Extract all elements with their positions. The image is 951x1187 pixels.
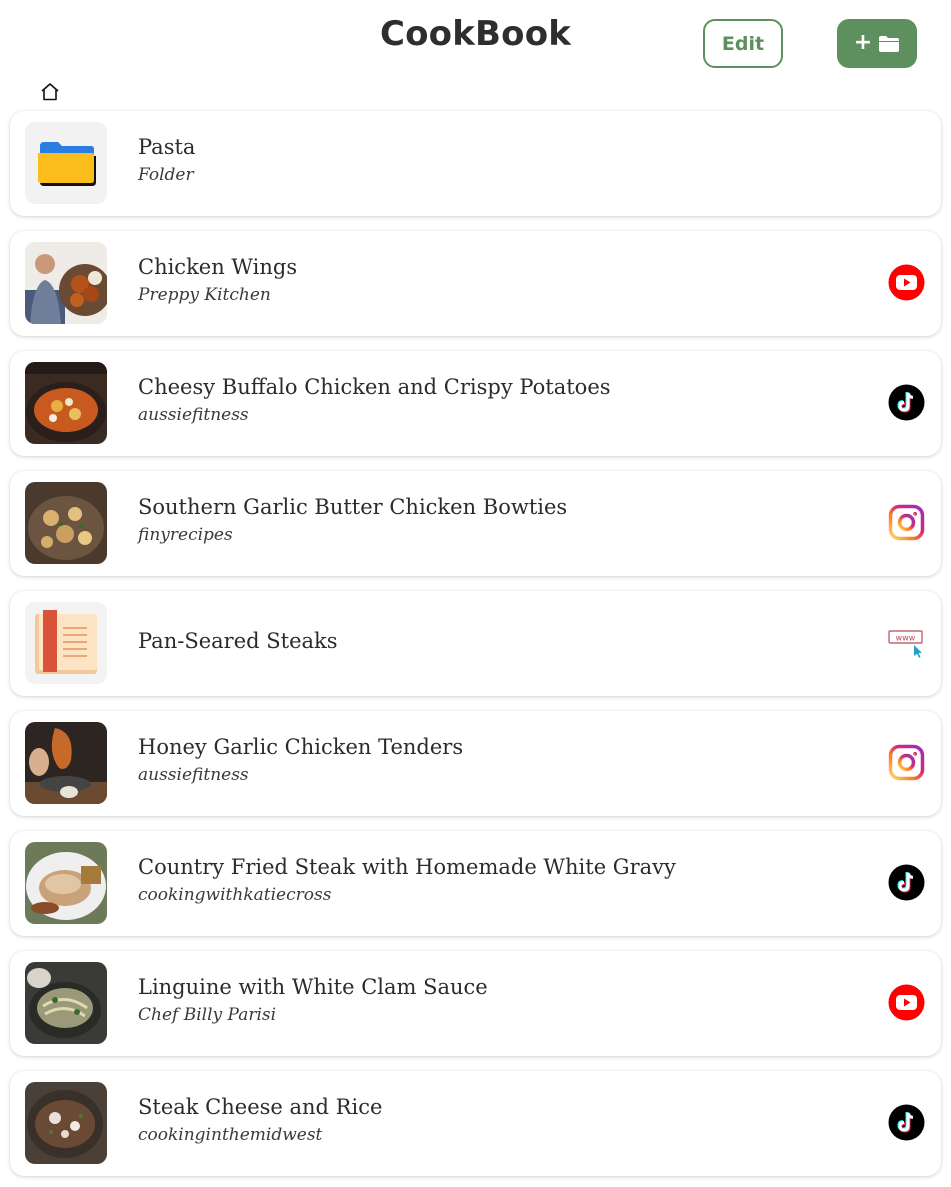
header: CookBook Edit +: [0, 0, 951, 80]
recipe-thumbnail: [25, 482, 107, 564]
plus-icon: +: [853, 29, 873, 55]
list-item-recipe[interactable]: Pan-Seared Steaks www: [10, 591, 941, 696]
list-item-recipe[interactable]: Linguine with White Clam Sauce Chef Bill…: [10, 951, 941, 1056]
instagram-icon[interactable]: [888, 744, 925, 781]
app: CookBook Edit + Pasta Folder Chicken Win…: [0, 0, 951, 1187]
recipe-thumbnail: [25, 962, 107, 1044]
item-title: Pan-Seared Steaks: [138, 629, 338, 653]
item-subtitle: Folder: [138, 165, 194, 185]
recipe-thumbnail: [25, 362, 107, 444]
svg-text:www: www: [896, 634, 916, 643]
book-icon: [25, 602, 107, 684]
recipe-thumbnail: [25, 1082, 107, 1164]
item-subtitle: cookinginthemidwest: [138, 1125, 323, 1145]
item-title: Southern Garlic Butter Chicken Bowties: [138, 495, 568, 519]
recipe-thumbnail: [25, 602, 107, 684]
tiktok-icon[interactable]: [888, 384, 925, 421]
item-subtitle: aussiefitness: [138, 765, 249, 785]
item-title: Linguine with White Clam Sauce: [138, 975, 488, 999]
item-title: Pasta: [138, 135, 196, 159]
tiktok-icon[interactable]: [888, 1104, 925, 1141]
list-item-recipe[interactable]: Chicken Wings Preppy Kitchen: [10, 231, 941, 336]
add-folder-button[interactable]: +: [837, 19, 917, 68]
website-icon[interactable]: www: [888, 624, 925, 661]
folder-thumbnail: [25, 122, 107, 204]
instagram-icon[interactable]: [888, 504, 925, 541]
list-item-folder[interactable]: Pasta Folder: [10, 111, 941, 216]
item-subtitle: Preppy Kitchen: [138, 285, 271, 305]
recipe-thumbnail: [25, 722, 107, 804]
folder-icon: [879, 35, 900, 52]
item-title: Country Fried Steak with Homemade White …: [138, 855, 676, 879]
item-title: Honey Garlic Chicken Tenders: [138, 735, 464, 759]
item-subtitle: Chef Billy Parisi: [138, 1005, 277, 1025]
item-subtitle: cookingwithkatiecross: [138, 885, 332, 905]
page-title: CookBook: [379, 14, 572, 54]
recipe-thumbnail: [25, 842, 107, 924]
home-icon[interactable]: [40, 82, 60, 101]
youtube-icon[interactable]: [888, 264, 925, 301]
item-subtitle: aussiefitness: [138, 405, 249, 425]
list-item-recipe[interactable]: Cheesy Buffalo Chicken and Crispy Potato…: [10, 351, 941, 456]
item-title: Steak Cheese and Rice: [138, 1095, 383, 1119]
item-subtitle: finyrecipes: [138, 525, 233, 545]
list-item-recipe[interactable]: Southern Garlic Butter Chicken Bowties f…: [10, 471, 941, 576]
item-title: Cheesy Buffalo Chicken and Crispy Potato…: [138, 375, 611, 399]
tiktok-icon[interactable]: [888, 864, 925, 901]
youtube-icon[interactable]: [888, 984, 925, 1021]
list-item-recipe[interactable]: Honey Garlic Chicken Tenders aussiefitne…: [10, 711, 941, 816]
edit-button[interactable]: Edit: [703, 19, 783, 68]
folder-icon: [25, 122, 107, 204]
recipe-thumbnail: [25, 242, 107, 324]
list-item-recipe[interactable]: Country Fried Steak with Homemade White …: [10, 831, 941, 936]
item-title: Chicken Wings: [138, 255, 298, 279]
list-item-recipe[interactable]: Steak Cheese and Rice cookinginthemidwes…: [10, 1071, 941, 1176]
